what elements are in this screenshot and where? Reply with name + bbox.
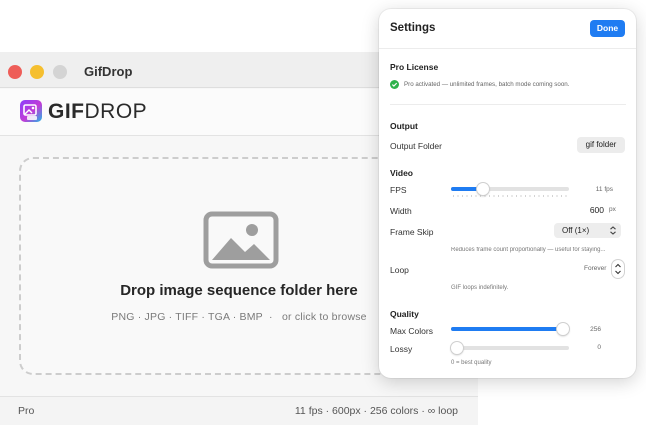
width-input[interactable]: 600 [574,203,607,218]
separator-dot: · [265,311,279,323]
frame-skip-value: Off (1×) [562,226,590,235]
quality-heading: Quality [390,309,419,319]
lossy-label: Lossy [390,344,413,354]
max-colors-slider-fill [451,327,566,331]
chevron-up-down-icon [615,263,621,275]
fps-slider-thumb[interactable] [476,183,489,195]
settings-summary: 11 fps · 600px · 256 colors · ∞ loop [294,405,458,417]
loop-label: Loop [390,265,409,275]
window-title: GifDrop [84,64,133,79]
settings-header: Settings Done [379,9,636,49]
supported-formats: PNG · JPG · TIFF · TGA · BMP [111,311,263,323]
max-colors-value: 256 [590,326,601,333]
license-status-text: Pro activated — unlimited frames, batch … [404,81,570,88]
frame-skip-label: Frame Skip [390,227,434,237]
loop-value: Forever [584,265,607,272]
loop-stepper[interactable] [612,260,624,278]
output-heading: Output [390,121,418,131]
width-unit: px [609,206,616,213]
pro-license-heading: Pro License [390,62,439,72]
lossy-slider[interactable] [451,342,569,354]
license-status: Pro [18,405,35,417]
zoom-window-button[interactable] [53,65,67,79]
frame-skip-note: Reduces frame count proportionally — use… [451,247,606,253]
settings-title: Settings [390,22,436,34]
loop-note: GIF loops indefinitely. [451,285,509,291]
gifdrop-logo-icon [20,100,42,122]
lossy-slider-thumb[interactable] [451,342,463,354]
output-folder-button[interactable]: gif folder [577,137,625,153]
image-placeholder-icon [203,211,279,269]
video-heading: Video [390,168,413,178]
max-colors-slider-thumb[interactable] [557,323,569,335]
check-circle-icon [390,80,399,89]
max-colors-slider[interactable] [451,323,569,335]
logo-wordmark-bold: GIF [48,100,85,123]
close-window-button[interactable] [8,65,22,79]
max-colors-label: Max Colors [390,326,433,336]
lossy-note: 0 = best quality [451,360,492,366]
logo-wordmark-light: DROP [84,100,148,123]
status-bar: Pro 11 fps · 600px · 256 colors · ∞ loop [0,396,478,425]
lossy-value: 0 [597,344,601,351]
settings-panel: Settings Done Pro License Pro activated … [379,9,636,378]
output-folder-label: Output Folder [390,141,442,151]
fps-slider[interactable] [451,183,569,195]
divider [390,104,626,105]
width-label: Width [390,206,412,216]
done-button[interactable]: Done [590,20,625,37]
logo-wordmark: GIFDROP [48,100,147,124]
fps-value: 11 fps [595,186,613,193]
chevron-up-down-icon [610,226,616,235]
frame-skip-select[interactable]: Off (1×) [554,223,621,238]
fps-slider-ticks [453,195,567,197]
browse-link[interactable]: or click to browse [282,311,367,323]
fps-label: FPS [390,185,407,195]
minimize-window-button[interactable] [30,65,44,79]
